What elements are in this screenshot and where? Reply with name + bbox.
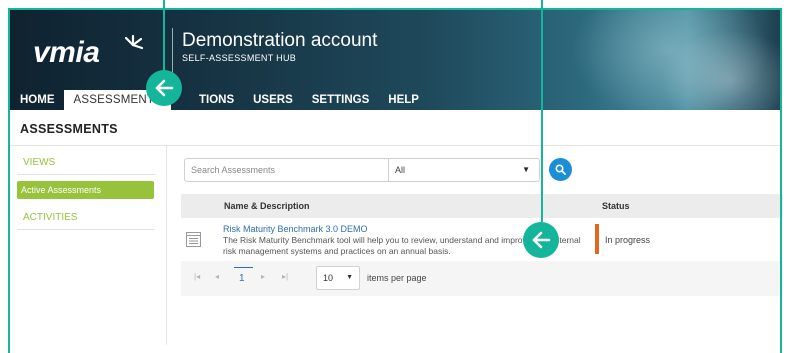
callout-line xyxy=(541,0,543,222)
callout-frame xyxy=(8,8,782,353)
callout-line xyxy=(163,0,165,72)
callout-arrow-left-icon xyxy=(146,70,182,106)
callout-arrow-left-icon xyxy=(523,222,559,258)
